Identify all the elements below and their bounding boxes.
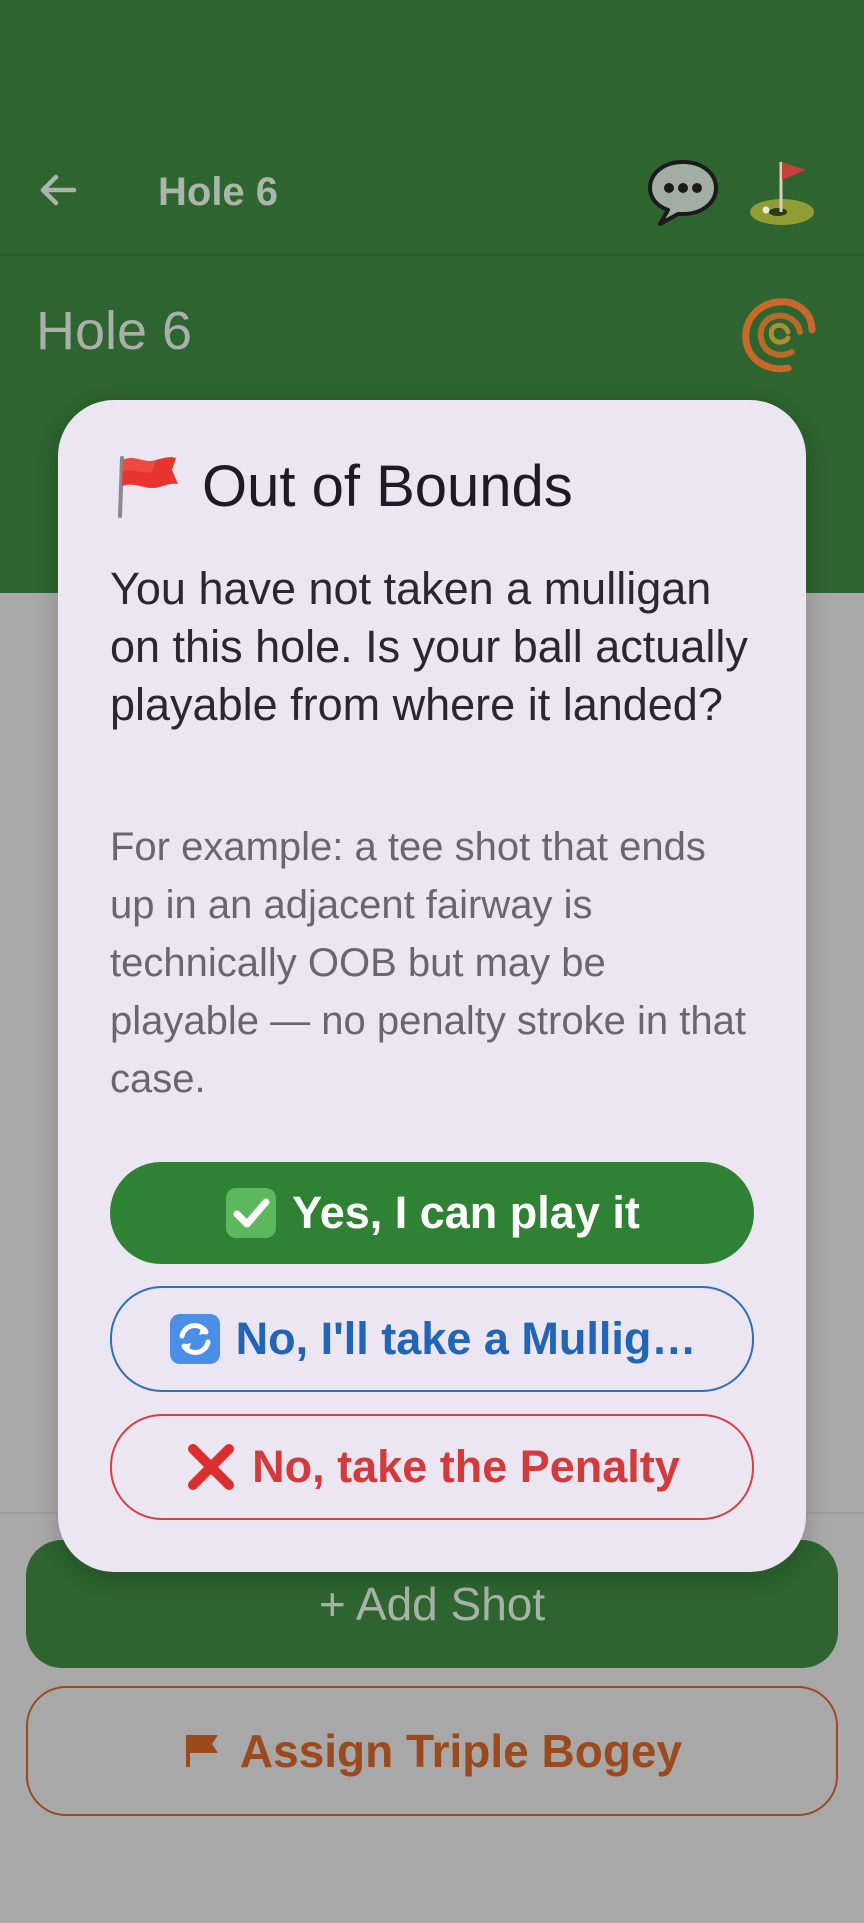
check-mark-icon — [226, 1188, 277, 1238]
assign-triple-bogey-button[interactable]: Assign Triple Bogey — [26, 1686, 838, 1816]
course-button[interactable] — [746, 156, 820, 230]
dialog-title: Out of Bounds — [110, 450, 573, 522]
hole-heading: Hole 6 — [36, 301, 193, 361]
yes-playable-button[interactable]: Yes, I can play it — [110, 1162, 754, 1264]
app-logo-icon — [734, 288, 826, 380]
app-bar-title: Hole 6 — [158, 170, 279, 214]
arrow-left-icon — [40, 174, 77, 206]
status-bar — [0, 0, 864, 120]
golf-flag-icon — [750, 162, 814, 225]
flag-icon — [185, 1735, 218, 1767]
app-bar: Hole 6 — [0, 130, 864, 256]
assign-triple-bogey-label: Assign Triple Bogey — [239, 1725, 683, 1777]
red-flag-icon — [118, 456, 178, 518]
dialog-title-text: Out of Bounds — [202, 453, 573, 519]
take-penalty-button[interactable]: No, take the Penalty — [110, 1414, 754, 1520]
out-of-bounds-dialog: Out of Bounds You have not taken a mulli… — [58, 400, 806, 1572]
take-mulligan-label: No, I'll take a Mullig… — [235, 1313, 697, 1364]
back-button[interactable] — [34, 166, 90, 222]
speech-bubble-icon — [648, 160, 718, 226]
take-mulligan-button[interactable]: No, I'll take a Mullig… — [110, 1286, 754, 1392]
take-penalty-label: No, take the Penalty — [252, 1441, 680, 1492]
repeat-arrows-icon — [169, 1314, 220, 1364]
yes-playable-label: Yes, I can play it — [292, 1187, 640, 1238]
chat-button[interactable] — [646, 156, 720, 230]
cross-mark-icon — [188, 1444, 235, 1490]
dialog-example-text: For example: a tee shot that ends up in … — [110, 825, 746, 1101]
dialog-question: You have not taken a mulligan on this ho… — [110, 563, 748, 730]
